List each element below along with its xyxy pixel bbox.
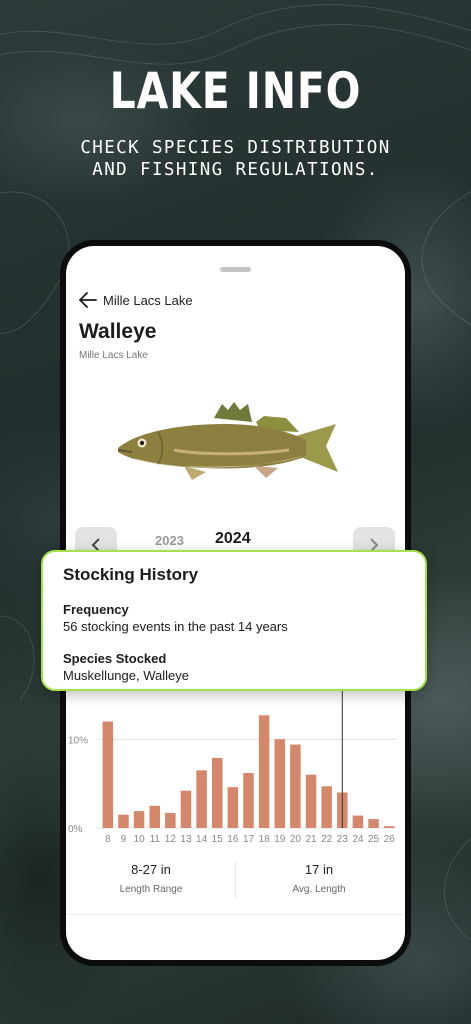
chart-bar	[149, 805, 160, 828]
walleye-fish-illustration	[117, 402, 338, 480]
x-tick-label: 17	[243, 834, 255, 845]
chart-bar	[243, 772, 254, 828]
chart-bar	[133, 811, 145, 828]
species-title: Walleye	[79, 320, 157, 343]
chart-bar	[383, 826, 395, 828]
x-tick-label: 11	[150, 834, 161, 845]
avg-length-stat: 17 in Avg. Length	[244, 858, 394, 895]
x-tick-label: 23	[337, 834, 349, 845]
frequency-label: Frequency	[63, 602, 129, 617]
length-distribution-chart: 0% 10% 8 9 10 11 12 13 14 15 16 17 18 19 20 21 22 23 24 25 2…	[68, 686, 397, 845]
y-tick-label: 0%	[68, 824, 83, 835]
chart-bar	[227, 787, 239, 828]
x-tick-label: 20	[290, 834, 302, 845]
length-range-label: Length Range	[119, 884, 183, 895]
x-tick-label: 24	[352, 834, 364, 845]
x-tick-label: 13	[180, 834, 192, 845]
x-tick-label: 14	[196, 834, 208, 845]
avg-length-value: 17 in	[304, 862, 334, 877]
stocking-history-title: Stocking History	[63, 565, 199, 584]
species-stocked-value: Muskellunge, Walleye	[63, 668, 189, 683]
chart-bar	[118, 814, 129, 828]
x-tick-label: 25	[368, 834, 380, 845]
x-tick-label: 12	[165, 834, 177, 845]
section-divider	[66, 914, 405, 915]
chart-bar	[352, 815, 364, 828]
chart-bar	[102, 721, 114, 828]
hero-title: LAKE INFO	[109, 62, 362, 120]
avg-length-label: Avg. Length	[292, 884, 346, 895]
sheet-grabber[interactable]	[220, 267, 251, 272]
chart-bar	[368, 819, 379, 828]
chart-bar	[305, 774, 317, 828]
arrow-left-icon	[79, 292, 97, 308]
back-label: Mille Lacs Lake	[103, 292, 193, 308]
species-stocked-label: Species Stocked	[63, 651, 167, 666]
x-tick-label: 21	[305, 834, 317, 845]
x-tick-label: 26	[384, 834, 396, 845]
chart-bar	[211, 757, 223, 828]
chart-bar	[321, 786, 332, 828]
chart-bar	[274, 739, 286, 828]
length-range-value: 8-27 in	[131, 862, 171, 877]
chart-bar	[165, 812, 176, 828]
year-option-previous[interactable]: 2023	[155, 533, 184, 548]
chart-bar	[290, 744, 301, 828]
x-tick-label: 9	[121, 834, 127, 845]
chart-bar	[196, 770, 207, 828]
length-stats: 8-27 in Length Range 17 in Avg. Length	[66, 858, 405, 908]
x-tick-label: 22	[321, 834, 333, 845]
x-tick-label: 15	[212, 834, 224, 845]
y-tick-label: 10%	[68, 735, 88, 746]
year-option-current[interactable]: 2024	[215, 530, 251, 548]
x-tick-label: 10	[134, 834, 146, 845]
stocking-history-card[interactable]: Stocking History Frequency 56 stocking e…	[41, 550, 427, 691]
x-tick-label: 19	[274, 834, 286, 845]
frequency-value: 56 stocking events in the past 14 years	[63, 619, 288, 634]
x-tick-label: 18	[259, 834, 271, 845]
chart-bar	[180, 790, 192, 828]
length-range-stat: 8-27 in Length Range	[76, 858, 226, 895]
x-tick-label: 8	[105, 834, 111, 845]
stats-divider	[235, 862, 236, 898]
hero-subtitle: CHECK SPECIES DISTRIBUTION AND FISHING R…	[80, 138, 391, 180]
x-tick-label: 16	[227, 834, 239, 845]
species-lake: Mille Lacs Lake	[79, 350, 148, 361]
back-button[interactable]: Mille Lacs Lake	[79, 288, 193, 312]
chart-bar	[258, 715, 270, 828]
